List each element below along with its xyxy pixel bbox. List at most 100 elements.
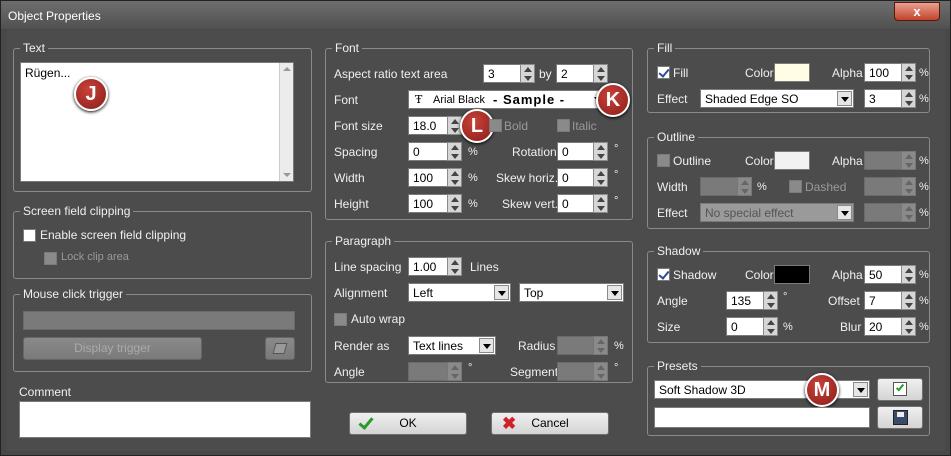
font-group-title: Font — [332, 41, 363, 55]
outline-width-spinner[interactable] — [737, 177, 752, 196]
render-as-value: Text lines — [413, 339, 464, 353]
fill-effect-amount-spinner[interactable] — [901, 89, 916, 108]
save-preset-button[interactable] — [877, 406, 923, 429]
rotation-spinner[interactable] — [593, 142, 608, 161]
radius-spinner[interactable] — [593, 336, 608, 355]
font-select[interactable]: Ŧ Arial Black - Sample - — [408, 90, 608, 109]
dashed-checkbox[interactable] — [789, 180, 802, 193]
outline-checkbox[interactable] — [657, 154, 670, 167]
outline-effect-amount-spinner[interactable] — [901, 203, 916, 222]
chevron-down-icon[interactable] — [853, 382, 868, 397]
skew-vert-spinner[interactable] — [593, 194, 608, 213]
height-spinner[interactable] — [447, 194, 462, 213]
shadow-offset-input[interactable]: 7 — [864, 291, 902, 310]
width-spinner[interactable] — [447, 168, 462, 187]
by-label: by — [539, 67, 552, 81]
shadow-offset-spinner[interactable] — [901, 291, 916, 310]
chevron-down-icon[interactable] — [607, 285, 622, 300]
shadow-alpha-spinner[interactable] — [901, 265, 916, 284]
bold-checkbox[interactable] — [489, 119, 502, 132]
angle-spinner[interactable] — [447, 362, 462, 381]
font-size-input[interactable]: 18.0 — [408, 116, 448, 135]
fill-alpha-input[interactable]: 100 — [864, 63, 902, 82]
apply-preset-button[interactable] — [877, 378, 923, 401]
shadow-blur-unit: % — [919, 321, 929, 333]
close-button[interactable]: x — [894, 2, 940, 21]
shadow-checkbox[interactable] — [657, 268, 670, 281]
chevron-down-icon[interactable] — [837, 205, 852, 220]
outline-alpha-input[interactable] — [864, 151, 902, 170]
outline-effect-amount-input[interactable] — [864, 203, 902, 222]
segment-spinner[interactable] — [593, 362, 608, 381]
text-area[interactable]: Rügen... — [20, 62, 294, 182]
shadow-angle-input[interactable]: 135 — [726, 291, 764, 310]
line-spacing-spinner[interactable] — [447, 257, 462, 276]
text-area-scrollbar[interactable] — [279, 63, 293, 181]
font-sample: - Sample - — [493, 92, 566, 107]
dashed-input[interactable] — [864, 177, 902, 196]
auto-wrap-checkbox[interactable] — [334, 313, 347, 326]
enable-clipping-checkbox[interactable] — [23, 229, 36, 242]
lock-clip-checkbox[interactable] — [44, 252, 57, 265]
aspect-b-input[interactable]: 2 — [556, 64, 594, 83]
trigger-input[interactable] — [23, 311, 295, 330]
spacing-spinner[interactable] — [447, 142, 462, 161]
angle-input[interactable] — [408, 362, 448, 381]
shadow-angle-spinner[interactable] — [763, 291, 778, 310]
shadow-size-spinner[interactable] — [763, 317, 778, 336]
clip-group: Screen field clipping Enable screen fiel… — [13, 204, 312, 279]
cancel-button[interactable]: ✖ Cancel — [491, 412, 609, 435]
render-as-select[interactable]: Text lines — [408, 336, 496, 355]
outline-color-swatch[interactable] — [774, 151, 810, 170]
segment-input[interactable] — [557, 362, 594, 381]
outline-width-input[interactable] — [700, 177, 738, 196]
aspect-a-input[interactable]: 3 — [483, 64, 521, 83]
chevron-down-icon[interactable] — [494, 285, 509, 300]
shadow-blur-spinner[interactable] — [901, 317, 916, 336]
fill-color-swatch[interactable] — [774, 63, 810, 82]
comment-input[interactable] — [19, 401, 311, 438]
ok-button[interactable]: OK — [349, 412, 467, 435]
line-spacing-input[interactable]: 1.00 — [408, 257, 448, 276]
align-vertical-select[interactable]: Top — [519, 283, 624, 302]
skew-horiz-input[interactable]: 0 — [557, 168, 594, 187]
skew-horiz-spinner[interactable] — [593, 168, 608, 187]
line-spacing-label: Line spacing — [334, 260, 402, 274]
display-trigger-button[interactable]: Display trigger — [23, 337, 202, 360]
italic-checkbox[interactable] — [557, 119, 570, 132]
skew-vert-input[interactable]: 0 — [557, 194, 594, 213]
clear-trigger-button[interactable] — [265, 337, 295, 360]
shadow-angle-label: Angle — [657, 294, 688, 308]
fill-effect-amount-input[interactable]: 3 — [864, 89, 902, 108]
fill-effect-select[interactable]: Shaded Edge SO — [700, 89, 854, 108]
shadow-alpha-input[interactable]: 50 — [864, 265, 902, 284]
aspect-a-spinner[interactable] — [520, 64, 535, 83]
height-input[interactable]: 100 — [408, 194, 448, 213]
outline-alpha-spinner[interactable] — [901, 151, 916, 170]
auto-wrap-label: Auto wrap — [351, 312, 406, 326]
chevron-down-icon[interactable] — [837, 91, 852, 106]
fill-alpha-spinner[interactable] — [901, 63, 916, 82]
radius-input[interactable] — [557, 336, 594, 355]
outline-effect-select[interactable]: No special effect — [700, 203, 854, 222]
align-horizontal-select[interactable]: Left — [408, 283, 511, 302]
fill-effect-unit: % — [919, 93, 929, 105]
outline-width-unit: % — [757, 181, 767, 193]
scroll-up-icon[interactable] — [283, 67, 291, 71]
preset-name-input[interactable] — [654, 407, 870, 428]
shadow-blur-input[interactable]: 20 — [864, 317, 902, 336]
scroll-down-icon[interactable] — [283, 173, 291, 177]
fill-checkbox[interactable] — [657, 66, 670, 79]
aspect-b-spinner[interactable] — [593, 64, 608, 83]
width-input[interactable]: 100 — [408, 168, 448, 187]
spacing-input[interactable]: 0 — [408, 142, 448, 161]
shadow-color-swatch[interactable] — [774, 265, 810, 284]
rotation-input[interactable]: 0 — [557, 142, 594, 161]
shadow-size-input[interactable]: 0 — [726, 317, 764, 336]
fill-group: Fill Fill Color Alpha 100 % Effect Shade… — [647, 41, 930, 113]
align-vertical-value: Top — [524, 286, 544, 300]
shadow-blur-label: Blur — [840, 320, 862, 334]
chevron-down-icon[interactable] — [479, 338, 494, 353]
dashed-spinner[interactable] — [901, 177, 916, 196]
title-bar[interactable]: Object Properties x — [1, 1, 950, 29]
